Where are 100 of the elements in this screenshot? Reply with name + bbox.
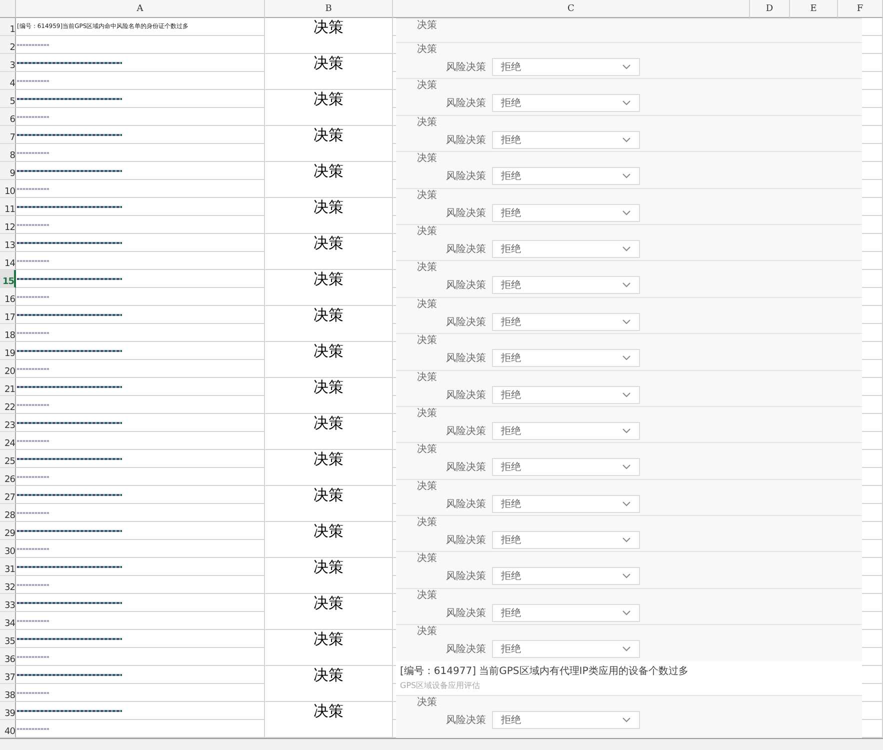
row-header[interactable]: 20 [0, 360, 16, 378]
row-header[interactable]: 3 [0, 54, 16, 72]
row-header[interactable]: 32 [0, 576, 16, 594]
row-header[interactable]: 40 [0, 720, 16, 738]
row-header[interactable]: 25 [0, 450, 16, 468]
cell-text: 决策 [314, 450, 344, 469]
row-header[interactable]: 30 [0, 540, 16, 558]
row-header[interactable]: 22 [0, 396, 16, 414]
row-header[interactable]: 31 [0, 558, 16, 576]
field-label: 风险决策 [446, 316, 486, 329]
risk-decision-dropdown[interactable]: 拒绝 [492, 531, 640, 550]
cell-text: 决策 [314, 234, 344, 253]
cell-text: 决策 [314, 54, 344, 73]
field-label: 风险决策 [446, 498, 486, 511]
row-header[interactable]: 34 [0, 612, 16, 630]
row-header[interactable]: 17 [0, 306, 16, 324]
row-header[interactable]: 23 [0, 414, 16, 432]
column-header[interactable]: E [790, 0, 838, 18]
risk-decision-dropdown[interactable]: 拒绝 [492, 94, 640, 112]
field-label: 风险决策 [446, 206, 486, 220]
row-header[interactable]: 11 [0, 198, 16, 216]
row-header[interactable]: 36 [0, 648, 16, 666]
row-header[interactable]: 7 [0, 126, 16, 144]
column-header[interactable]: F [838, 0, 883, 18]
column-header[interactable]: C [393, 0, 750, 18]
field-label: 风险决策 [446, 460, 486, 474]
risk-decision-dropdown[interactable]: 拒绝 [492, 240, 640, 258]
risk-decision-dropdown[interactable]: 拒绝 [492, 386, 640, 404]
field-label: 风险决策 [446, 606, 486, 620]
column-header[interactable]: A [16, 0, 265, 18]
row-header[interactable]: 37 [0, 666, 16, 684]
cell-text: 决策 [314, 522, 344, 541]
row-header[interactable]: 38 [0, 684, 16, 702]
cell-text: 决策 [314, 162, 344, 181]
cell-text: 决策 [314, 594, 344, 613]
section-legend: 决策 [414, 590, 440, 602]
cell-text: 决策 [314, 126, 344, 145]
cell-text: 决策 [314, 198, 344, 217]
row-header[interactable]: 9 [0, 162, 16, 180]
field-label: 风险决策 [446, 424, 486, 438]
risk-decision-dropdown[interactable]: 拒绝 [492, 312, 640, 331]
risk-decision-dropdown[interactable]: 拒绝 [492, 640, 640, 658]
row-header[interactable]: 28 [0, 504, 16, 522]
row-header[interactable]: 19 [0, 342, 16, 360]
row-header[interactable]: 15 [0, 270, 16, 288]
risk-decision-dropdown[interactable]: 拒绝 [492, 604, 640, 622]
row-header[interactable]: 27 [0, 486, 16, 504]
row-header[interactable]: 13 [0, 234, 16, 252]
section-legend: 决策 [414, 298, 440, 311]
risk-decision-dropdown[interactable]: 拒绝 [492, 710, 640, 729]
row-header[interactable]: 5 [0, 90, 16, 108]
cell-text: 决策 [314, 18, 344, 37]
field-label: 风险决策 [446, 278, 486, 292]
row-header[interactable]: 12 [0, 216, 16, 234]
risk-decision-dropdown[interactable]: 拒绝 [492, 494, 640, 513]
row-header[interactable]: 6 [0, 108, 16, 126]
field-label: 风险决策 [446, 642, 486, 656]
row-header[interactable]: 29 [0, 522, 16, 540]
row-header[interactable]: 35 [0, 630, 16, 648]
section-legend: 决策 [414, 80, 440, 92]
risk-decision-dropdown[interactable]: 拒绝 [492, 422, 640, 440]
row-header[interactable]: 24 [0, 432, 16, 450]
row-header[interactable]: 33 [0, 594, 16, 612]
section-legend: 决策 [414, 262, 440, 274]
row-header[interactable]: 39 [0, 702, 16, 720]
risk-decision-dropdown[interactable]: 拒绝 [492, 130, 640, 149]
risk-decision-dropdown[interactable]: 拒绝 [492, 567, 640, 586]
section-legend: 决策 [414, 444, 440, 456]
row-header[interactable]: 8 [0, 144, 16, 162]
risk-decision-dropdown[interactable]: 拒绝 [492, 458, 640, 476]
row-header[interactable]: 1 [0, 18, 16, 36]
cell-text: 决策 [314, 378, 344, 397]
row-header[interactable]: 2 [0, 36, 16, 54]
risk-decision-dropdown[interactable]: 拒绝 [492, 204, 640, 222]
risk-decision-dropdown[interactable]: 拒绝 [492, 276, 640, 294]
column-header[interactable]: D [750, 0, 790, 18]
row-header[interactable]: 16 [0, 288, 16, 306]
risk-decision-dropdown[interactable]: 拒绝 [492, 349, 640, 368]
field-label: 风险决策 [446, 388, 486, 402]
field-label: 风险决策 [446, 242, 486, 256]
row-header[interactable]: 18 [0, 324, 16, 342]
row-header[interactable]: 10 [0, 180, 16, 198]
row-header[interactable]: 4 [0, 72, 16, 90]
section-legend: 决策 [414, 626, 440, 638]
row-header[interactable]: 26 [0, 468, 16, 486]
risk-decision-dropdown[interactable]: 拒绝 [492, 58, 640, 76]
row-header[interactable]: 14 [0, 252, 16, 270]
section-legend: 决策 [414, 20, 440, 32]
section-legend: 决策 [414, 696, 440, 709]
cell-text: 决策 [314, 90, 344, 109]
cell-text: 决策 [314, 558, 344, 577]
field-label: 风险决策 [446, 534, 486, 548]
section-legend: 决策 [414, 44, 440, 56]
section-legend: 决策 [414, 517, 440, 530]
row-header[interactable]: 21 [0, 378, 16, 396]
risk-decision-dropdown[interactable]: 拒绝 [492, 167, 640, 186]
field-label: 风险决策 [446, 96, 486, 110]
cell-text: 决策 [314, 702, 344, 721]
field-label: 风险决策 [446, 570, 486, 584]
column-header[interactable]: B [265, 0, 393, 18]
